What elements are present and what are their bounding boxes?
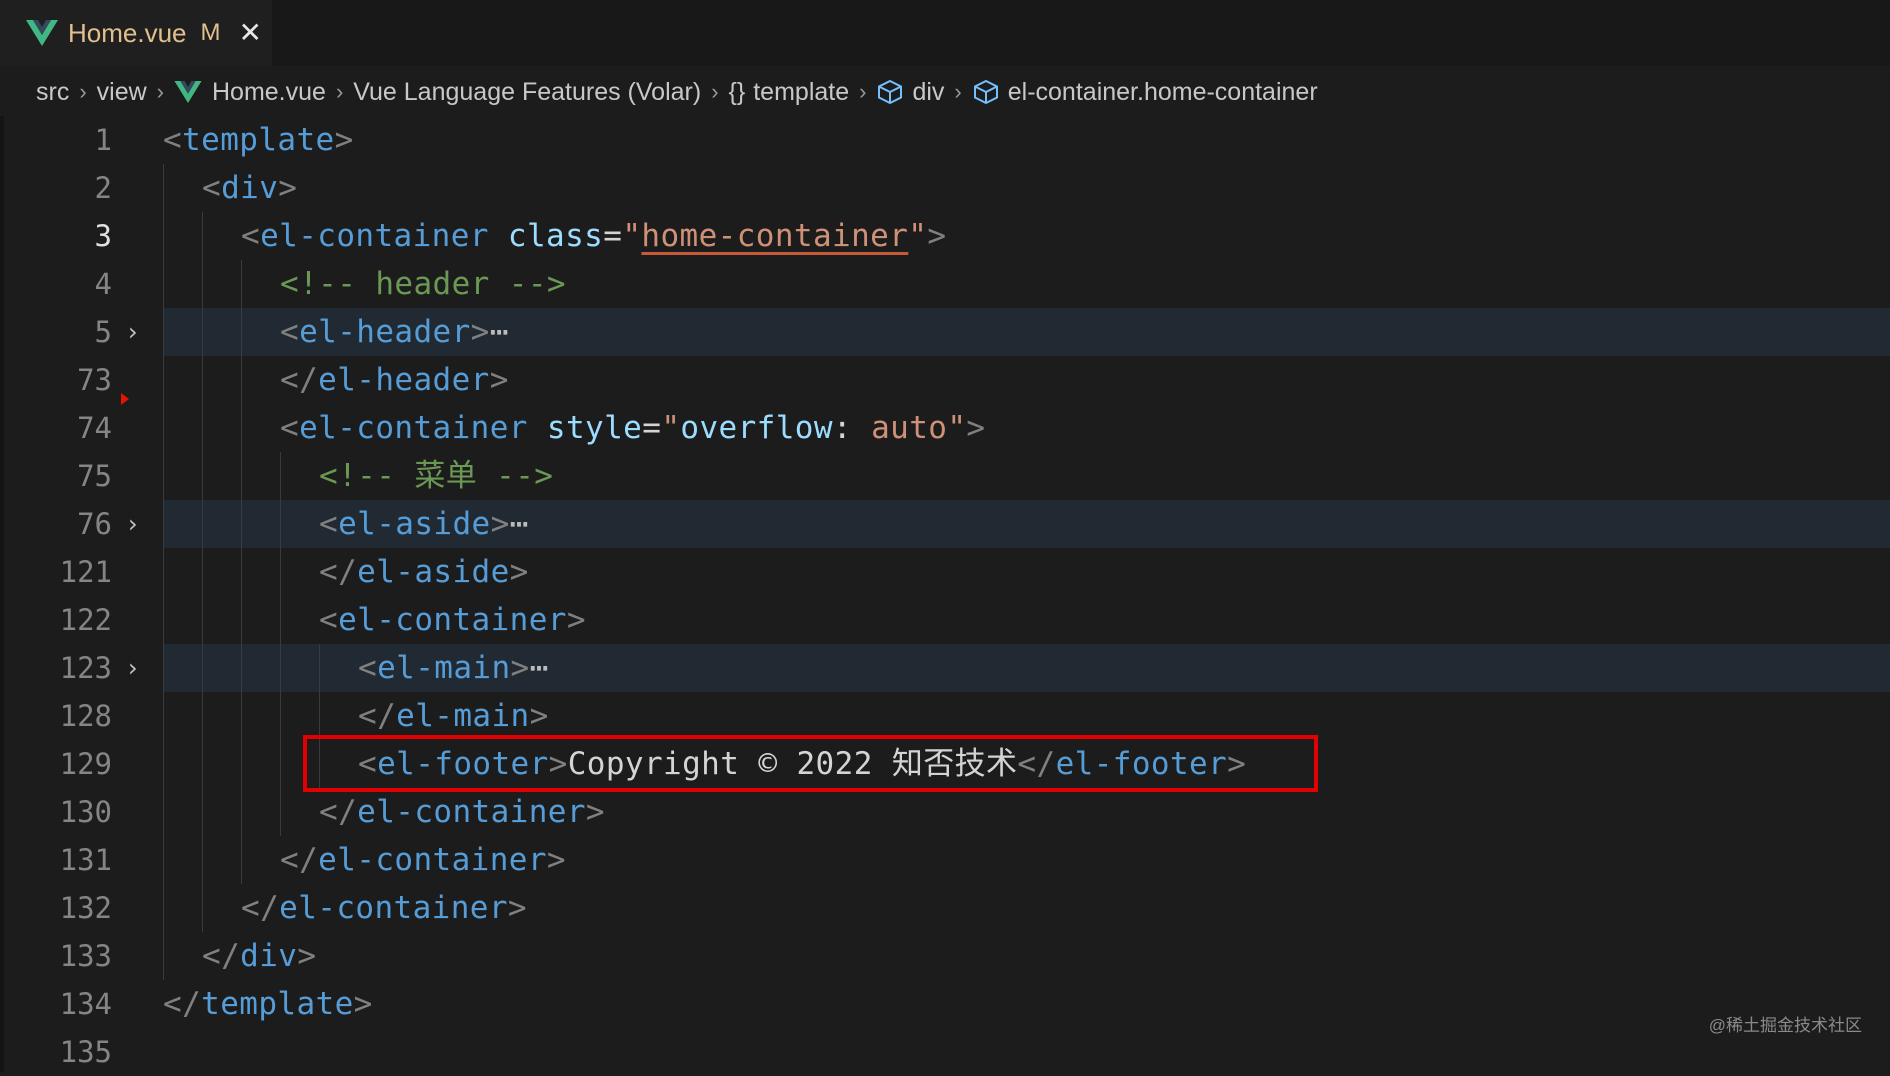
indent-guide [280,452,281,836]
code-line[interactable]: </el-aside> [319,548,529,596]
indent-guide [163,164,164,980]
chevron-right-icon[interactable]: › [128,308,152,356]
indent-guide [202,212,203,932]
tab-home-vue[interactable]: Home.vue M ✕ [0,0,272,66]
line-number: 4 [94,267,112,301]
line-number: 74 [77,411,112,445]
vue-icon [174,81,202,103]
code-line[interactable]: <div> [202,164,297,212]
line-number: 123 [59,651,112,685]
close-icon[interactable]: ✕ [239,19,262,47]
breadcrumb-item[interactable]: src [36,78,69,107]
code-line[interactable]: <el-container> [319,596,586,644]
code-line[interactable]: <template> [163,116,354,164]
breadcrumb-label: div [912,77,945,106]
breadcrumb-label: el-container.home-container [1007,77,1318,106]
line-number: 5 [94,315,112,349]
line-number: 1 [94,123,112,157]
cube-icon [973,79,998,105]
breadcrumb-separator-icon: › [859,79,867,104]
git-change-marker [121,393,129,405]
line-number: 76 [77,507,112,541]
code-line[interactable]: </el-main> [358,692,549,740]
breadcrumb-separator-icon: › [954,79,962,104]
line-number: 135 [59,1035,112,1069]
code-line[interactable]: <!-- 菜单 --> [319,452,553,500]
line-number: 128 [59,699,112,733]
breadcrumb-item[interactable]: Vue Language Features (Volar) [353,78,701,107]
line-number: 75 [77,459,112,493]
breadcrumb-separator-icon: › [156,79,164,104]
chevron-right-icon[interactable]: › [128,500,152,548]
chevron-right-icon[interactable]: › [128,644,152,692]
breadcrumb-label: Vue Language Features (Volar) [353,77,702,106]
line-number: 73 [77,363,112,397]
code-line[interactable]: <el-footer>Copyright © 2022 知否技术</el-foo… [358,740,1246,788]
breadcrumb-item[interactable]: {} template [729,78,850,107]
tab-bar: Home.vue M ✕ [0,0,1890,66]
breadcrumb-label: view [96,77,147,106]
watermark: @稀土掘金技术社区 [1708,1016,1862,1035]
code-line[interactable]: <el-container class="home-container"> [241,212,946,260]
code-editor[interactable]: 1 <template> 2 <div> 3 <el-container class="h… [0,116,1890,1072]
code-line[interactable]: <el-aside>⋯ [319,500,529,548]
code-line[interactable]: </div> [202,932,316,980]
cube-icon [878,79,903,105]
vue-icon [26,20,58,46]
line-number: 133 [59,939,112,973]
line-number: 134 [59,987,112,1021]
line-number: 131 [59,843,112,877]
breadcrumb-separator-icon: › [711,79,719,104]
line-number: 129 [59,747,112,781]
line-number: 130 [59,795,112,829]
breadcrumb-item[interactable]: Home.vue [174,78,326,107]
breadcrumb-label: Home.vue [212,77,326,106]
breadcrumb-label: src [36,77,70,106]
breadcrumb-label: template [753,77,850,106]
line-number: 132 [59,891,112,925]
breadcrumb-item[interactable]: div [876,78,944,107]
modified-badge: M [200,19,221,46]
code-line[interactable]: <!-- header --> [280,260,566,308]
indent-guide [319,644,320,788]
code-line[interactable]: </el-container> [241,884,527,932]
code-line[interactable]: </el-header> [280,356,509,404]
breadcrumb: src › view › Home.vue › Vue Language Features … [36,72,1318,112]
tab-filename: Home.vue [68,17,187,48]
breadcrumb-item[interactable]: el-container.home-container [972,78,1318,107]
indent-guide [241,260,242,884]
breadcrumb-separator-icon: › [79,79,87,104]
code-line[interactable]: <el-main>⋯ [358,644,549,692]
line-number: 2 [94,171,112,205]
breadcrumb-item[interactable]: view [97,78,147,107]
line-number: 121 [59,555,112,589]
line-number: 122 [59,603,112,637]
braces-icon: {} [728,77,746,106]
code-line[interactable]: <el-header>⋯ [280,308,509,356]
code-line[interactable]: </template> [163,980,373,1028]
code-line[interactable]: <el-container style="overflow: auto"> [280,404,985,452]
breadcrumb-separator-icon: › [335,79,344,104]
line-number: 3 [94,219,112,253]
code-line[interactable]: </el-container> [319,788,605,836]
code-line[interactable]: </el-container> [280,836,566,884]
